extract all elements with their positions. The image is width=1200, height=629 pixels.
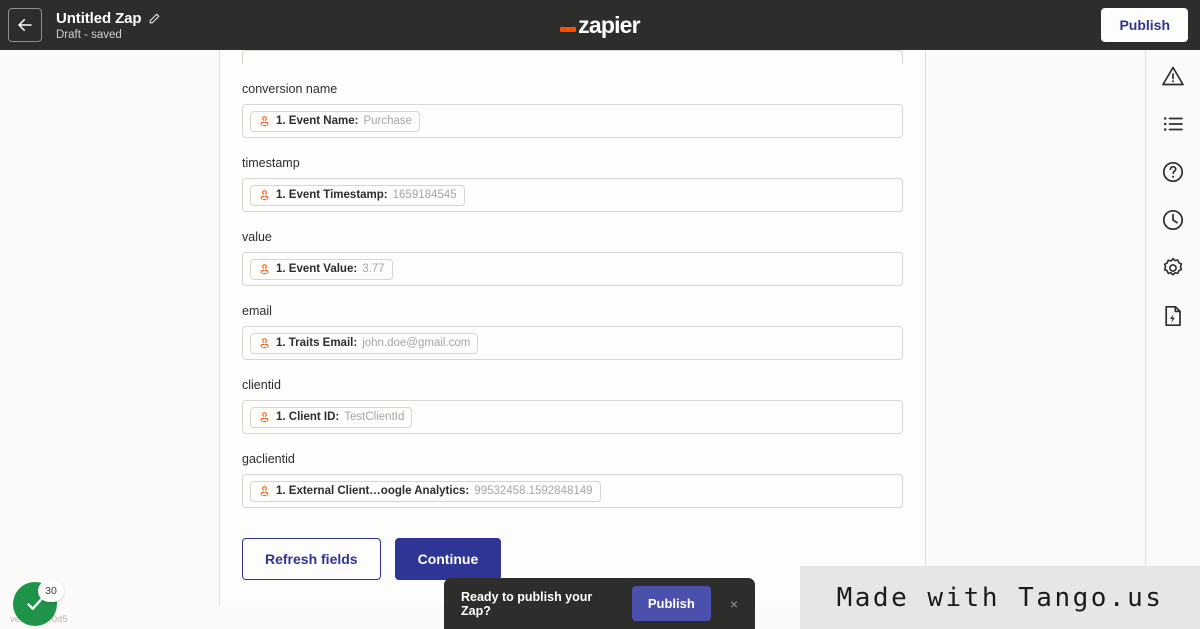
field-label: conversion name [242, 82, 338, 96]
help-circle-icon[interactable] [1161, 160, 1185, 184]
token-value: Purchase [363, 115, 413, 127]
token-key: 1. External Client…oogle Analytics: [276, 485, 470, 497]
refresh-fields-button[interactable]: Refresh fields [242, 538, 381, 580]
segment-app-icon [260, 263, 269, 274]
field-conversion-name: conversion name 1. Event Name: Purchase [242, 64, 903, 138]
token-chip[interactable]: 1. Event Name: Purchase [250, 110, 421, 132]
field-input[interactable]: 1. External Client…oogle Analytics: 9953… [242, 474, 903, 508]
tango-watermark: Made with Tango.us [800, 566, 1200, 629]
field-label: clientid [242, 378, 281, 392]
recorder-widget: ver. 0.0.0.0d5 30 [10, 580, 72, 629]
field-label: email [242, 304, 272, 318]
field-email: email 1. Traits Email: john.doe@gmail.co… [242, 286, 903, 360]
toast-message: Ready to publish your Zap? [461, 589, 593, 618]
tango-text: Made with Tango.us [836, 582, 1164, 613]
field-input[interactable]: 1. Event Timestamp: 1659184545 [242, 178, 903, 212]
token-value: TestClientId [344, 411, 405, 423]
token-key: 1. Event Name: [276, 115, 359, 127]
token-chip[interactable]: 1. Event Value: 3.77 [250, 258, 393, 280]
close-icon[interactable]: × [723, 593, 745, 615]
token-chip[interactable]: 1. External Client…oogle Analytics: 9953… [250, 480, 601, 502]
field-input[interactable]: 1. Traits Email: john.doe@gmail.com [242, 326, 903, 360]
publish-button[interactable]: Publish [1101, 8, 1188, 42]
previous-field-cutoff[interactable] [242, 50, 903, 64]
field-label: timestamp [242, 156, 300, 170]
publish-toast: Ready to publish your Zap? Publish × [444, 578, 755, 629]
top-bar: Untitled Zap Draft - saved zapier Publis… [0, 0, 1200, 50]
field-label: value [242, 230, 272, 244]
continue-button[interactable]: Continue [394, 538, 502, 580]
token-value: 99532458.1592848149 [474, 485, 593, 497]
segment-app-icon [260, 485, 269, 496]
field-clientid: clientid 1. Client ID: TestClientId [242, 360, 903, 434]
token-chip[interactable]: 1. Client ID: TestClientId [250, 406, 413, 428]
list-icon[interactable] [1161, 112, 1185, 136]
recorder-step-count: 30 [38, 580, 64, 602]
segment-app-icon [260, 189, 269, 200]
token-key: 1. Event Value: [276, 263, 358, 275]
token-key: 1. Traits Email: [276, 337, 358, 349]
token-key: 1. Event Timestamp: [276, 189, 388, 201]
gear-icon[interactable] [1161, 256, 1185, 280]
segment-app-icon [260, 115, 269, 126]
token-value: 1659184545 [392, 189, 457, 201]
token-chip[interactable]: 1. Traits Email: john.doe@gmail.com [250, 332, 479, 354]
document-bolt-icon[interactable] [1161, 304, 1185, 328]
zap-status: Draft - saved [56, 28, 122, 41]
warning-triangle-icon[interactable] [1161, 64, 1185, 88]
field-input[interactable]: 1. Client ID: TestClientId [242, 400, 903, 434]
right-sidebar [1145, 50, 1200, 629]
back-button[interactable] [8, 8, 42, 42]
action-setup-card: conversion name 1. Event Name: Purchase [219, 50, 926, 606]
segment-app-icon [260, 337, 269, 348]
field-input[interactable]: 1. Event Name: Purchase [242, 104, 903, 138]
field-value: value 1. Event Value: 3.77 [242, 212, 903, 286]
segment-app-icon [260, 411, 269, 422]
pencil-icon[interactable] [148, 12, 161, 25]
app-screen: Untitled Zap Draft - saved zapier Publis… [0, 0, 1200, 629]
editor-canvas: conversion name 1. Event Name: Purchase [0, 50, 1145, 629]
page-title: Untitled Zap [56, 9, 142, 27]
field-gaclientid: gaclientid 1. External Client…oogle Anal… [242, 434, 903, 508]
token-value: 3.77 [362, 263, 385, 275]
token-key: 1. Client ID: [276, 411, 340, 423]
zapier-logo: zapier [0, 0, 1200, 50]
token-chip[interactable]: 1. Event Timestamp: 1659184545 [250, 184, 465, 206]
logo-underscore-icon [560, 26, 577, 32]
field-input[interactable]: 1. Event Value: 3.77 [242, 252, 903, 286]
token-value: john.doe@gmail.com [362, 337, 471, 349]
zap-title-block: Untitled Zap Draft - saved [56, 10, 161, 41]
field-timestamp: timestamp 1. Event Timestamp: 1659184545 [242, 138, 903, 212]
toast-publish-button[interactable]: Publish [631, 586, 711, 621]
history-clock-icon[interactable] [1161, 208, 1185, 232]
arrow-left-icon [18, 18, 32, 32]
logo-wordmark: zapier [578, 11, 640, 38]
field-label: gaclientid [242, 452, 295, 466]
